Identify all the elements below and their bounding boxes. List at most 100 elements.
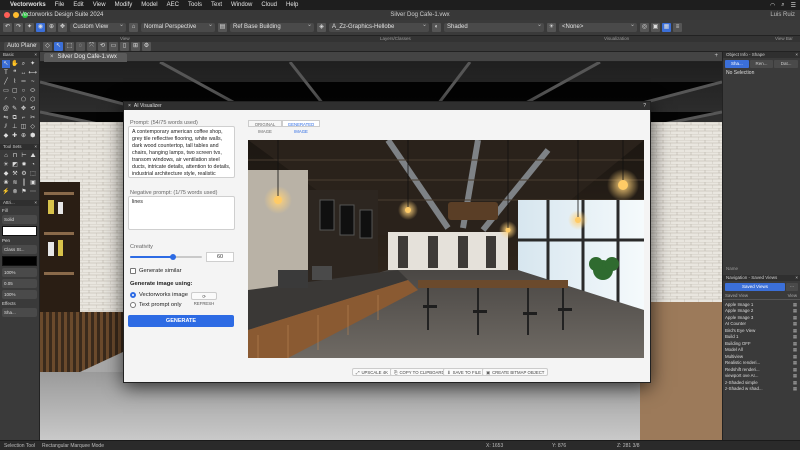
dims-icon[interactable]: ⊢ (20, 152, 28, 160)
mep-icon[interactable]: ⚡ (2, 188, 10, 196)
plane-mode-dropdown[interactable]: Auto Plane (4, 42, 40, 51)
clip-tool-icon[interactable]: ◫ (20, 123, 28, 131)
dialog-close-icon[interactable]: × (128, 102, 131, 110)
landscape-icon[interactable]: ❀ (2, 179, 10, 187)
move-tool-icon[interactable]: ✥ (20, 105, 28, 113)
space-planning-icon[interactable]: ⬚ (29, 170, 37, 178)
creativity-value-field[interactable]: 60 (206, 252, 234, 262)
selection-mode-icon[interactable]: ↖ (54, 42, 63, 51)
menu-tools[interactable]: Tools (188, 2, 202, 8)
locus-tool-icon[interactable]: ✚ (11, 132, 19, 140)
nav-options-icon[interactable]: ⋯ (786, 283, 798, 291)
circle-tool-icon[interactable]: ○ (20, 87, 28, 95)
zoom-icon[interactable]: ⊕ (47, 23, 56, 32)
attribute-tool-icon[interactable]: ◆ (2, 132, 10, 140)
pen-color-swatch[interactable] (2, 256, 37, 266)
transform-icon[interactable]: ⤧ (87, 42, 96, 51)
visualization-icon[interactable]: ☀ (2, 161, 10, 169)
user-name[interactable]: Luis Ruiz (770, 10, 795, 20)
polygon-tool-icon[interactable]: ⬠ (20, 96, 28, 104)
polyline-tool-icon[interactable]: ⌇ (11, 78, 19, 86)
detailing-icon[interactable]: ◩ (11, 161, 19, 169)
flyover-icon[interactable]: ✦ (25, 23, 34, 32)
rectangle-tool-icon[interactable]: ▭ (2, 87, 10, 95)
new-tab-icon[interactable]: + (714, 53, 718, 59)
regular-polygon-tool-icon[interactable]: ⬡ (28, 96, 37, 104)
tab-shape[interactable]: Sha... (725, 60, 749, 68)
menu-help[interactable]: Help (286, 2, 298, 8)
projection-dropdown[interactable]: Normal Perspective (141, 23, 215, 32)
search-icon[interactable]: ⌕ (781, 2, 784, 9)
tab-generated-image[interactable]: GENERATED IMAGE (282, 120, 320, 134)
tool-option-a-icon[interactable]: ▭ (109, 42, 118, 51)
text-tool-icon[interactable]: T (2, 69, 10, 77)
minimize-window-icon[interactable] (13, 12, 19, 18)
camera-icon[interactable]: ▣ (651, 23, 660, 32)
pan-tool-icon[interactable]: ✋ (11, 60, 19, 68)
copy-to-clipboard-button[interactable]: ⎘ COPY TO CLIPBOARD (390, 368, 449, 376)
close-icon[interactable]: × (34, 200, 37, 206)
symbol-tool-icon[interactable]: ⬢ (28, 132, 37, 140)
create-bitmap-object-button[interactable]: ▣ CREATE BITMAP OBJECT (482, 368, 549, 376)
pen-style-dropdown[interactable]: Class St... (2, 245, 37, 254)
flyover-tool-icon[interactable]: ✦ (28, 60, 37, 68)
pipe-icon[interactable]: ║ (20, 179, 28, 187)
lighting-tools-icon[interactable]: ✸ (20, 161, 28, 169)
menu-window[interactable]: Window (231, 2, 252, 8)
spotlight-icon[interactable]: ◔ (29, 161, 37, 169)
menu-cloud[interactable]: Cloud (261, 2, 277, 8)
working-plane-icon[interactable]: ◇ (43, 42, 52, 51)
lighting-icon[interactable]: ☀ (547, 23, 556, 32)
callout-tool-icon[interactable]: ❝ (11, 69, 19, 77)
document-tab[interactable]: × Silver Dog Cafe-1.vwx (44, 53, 127, 62)
layer-icon[interactable]: ▤ (218, 23, 227, 32)
upscale-4k-button[interactable]: ⤢ UPSCALE 4K (352, 368, 392, 376)
tape-tool-icon[interactable]: ⟷ (28, 69, 37, 77)
dimension-tool-icon[interactable]: ↔ (20, 69, 28, 77)
pan-icon[interactable]: ✥ (58, 23, 67, 32)
signage-icon[interactable]: ⚑ (20, 188, 28, 196)
oval-tool-icon[interactable]: ⬭ (28, 87, 37, 95)
menu-modify[interactable]: Modify (115, 2, 133, 8)
tool-option-b-icon[interactable]: ▯ (120, 42, 129, 51)
opacity-field[interactable]: 100% (2, 268, 37, 277)
menu-view[interactable]: View (93, 2, 106, 8)
trim-tool-icon[interactable]: ✂ (28, 114, 37, 122)
tab-data[interactable]: Dat... (774, 60, 799, 68)
generate-similar-checkbox[interactable] (130, 268, 136, 274)
menu-aec[interactable]: AEC (167, 2, 179, 8)
walkthrough-icon[interactable]: ◉ (36, 23, 45, 32)
quarter-arc-tool-icon[interactable]: ◝ (11, 96, 19, 104)
menu-edit[interactable]: Edit (73, 2, 83, 8)
menu-model[interactable]: Model (141, 2, 157, 8)
more-tools-icon[interactable]: ⋯ (29, 188, 37, 196)
split-tool-icon[interactable]: ⫽ (2, 123, 10, 131)
fill-color-swatch[interactable] (2, 226, 37, 236)
save-to-file-button[interactable]: ⬇ SAVE TO FILE (443, 368, 486, 376)
fabrication-icon[interactable]: ⚒ (11, 170, 19, 178)
menu-text[interactable]: Text (211, 2, 222, 8)
control-center-icon[interactable]: ☰ (791, 2, 796, 9)
class-dropdown[interactable]: A_Zz-Graphics-Hellobe (329, 23, 429, 32)
zoom-tool-icon[interactable]: ⌕ (20, 60, 28, 68)
line-end-dropdown[interactable]: 100% (2, 290, 37, 299)
rotate-tool-icon[interactable]: ⟲ (28, 105, 37, 113)
rounded-rect-tool-icon[interactable]: ▢ (11, 87, 19, 95)
undo-icon[interactable]: ↶ (3, 23, 12, 32)
double-line-tool-icon[interactable]: ═ (20, 78, 28, 86)
close-tab-icon[interactable]: × (50, 54, 54, 60)
visibility-icon[interactable]: ◎ (640, 23, 649, 32)
tab-saved-views[interactable]: Saved Views (725, 283, 785, 291)
menu-app[interactable]: Vectorworks (10, 2, 46, 8)
generate-button[interactable]: GENERATE (128, 315, 234, 327)
close-icon[interactable]: × (795, 52, 798, 58)
fillet-tool-icon[interactable]: ⌐ (20, 114, 28, 122)
3d-modeling-icon[interactable]: ◆ (2, 170, 10, 178)
class-icon[interactable]: ◈ (317, 23, 326, 32)
rotate-icon[interactable]: ⟲ (98, 42, 107, 51)
lasso-mode-icon[interactable]: ◌ (76, 42, 85, 51)
negative-prompt-textarea[interactable]: lines (128, 196, 235, 230)
viewbar-menu-icon[interactable]: ≡ (673, 23, 682, 32)
render-mode-dropdown[interactable]: Shaded (444, 23, 544, 32)
creativity-slider[interactable] (130, 254, 202, 260)
